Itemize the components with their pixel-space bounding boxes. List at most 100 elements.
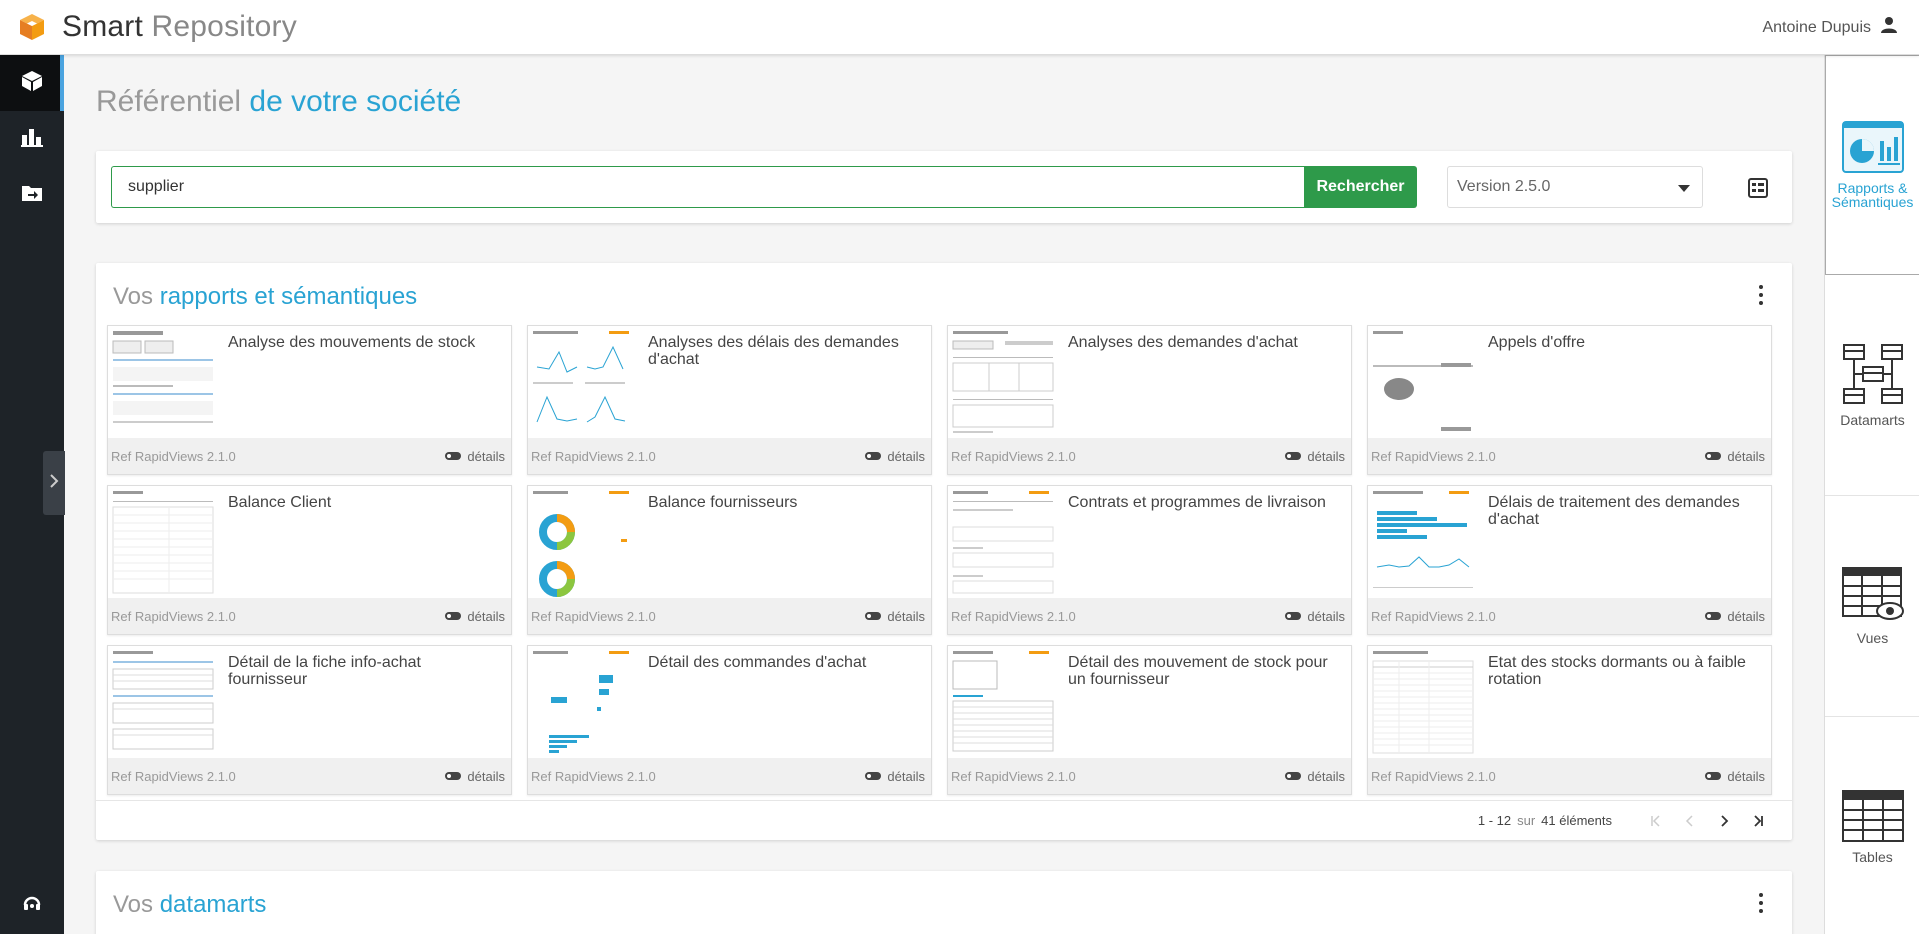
report-card-title: Balance fournisseurs: [648, 494, 798, 511]
report-chart-icon: [1841, 121, 1904, 175]
support-button[interactable]: [0, 888, 64, 924]
report-card[interactable]: Détail des commandes d'achat Ref RapidVi…: [527, 645, 932, 795]
next-page-icon[interactable]: [1710, 807, 1738, 835]
details-toggle[interactable]: détails: [1285, 769, 1345, 784]
user-menu[interactable]: Antoine Dupuis: [1762, 0, 1899, 55]
report-thumbnail: [109, 327, 217, 437]
report-thumbnail: [949, 487, 1057, 597]
details-label: détails: [887, 448, 925, 464]
panel-tab-datamarts[interactable]: Datamarts: [1825, 275, 1919, 496]
details-toggle[interactable]: détails: [445, 609, 505, 624]
toggle-icon: [1285, 612, 1302, 620]
search-input[interactable]: [111, 166, 1304, 208]
report-card-ref: Ref RapidViews 2.1.0: [111, 608, 236, 624]
report-card[interactable]: Analyses des délais des demandes d'achat…: [527, 325, 932, 475]
panel-tab-tables-label: Tables: [1852, 849, 1893, 865]
first-page-icon[interactable]: [1642, 807, 1670, 835]
cube-logo-icon[interactable]: [16, 11, 48, 43]
nav-repository[interactable]: [0, 55, 64, 111]
report-thumbnail: [109, 487, 217, 597]
details-toggle[interactable]: détails: [445, 769, 505, 784]
report-card[interactable]: Balance Client Ref RapidViews 2.1.0 déta…: [107, 485, 512, 635]
report-card[interactable]: Balance fournisseurs Ref RapidViews 2.1.…: [527, 485, 932, 635]
details-label: détails: [467, 448, 505, 464]
app-title-part2: Repository: [143, 10, 297, 43]
report-card-title: Appels d'offre: [1488, 334, 1586, 351]
top-bar: Smart Repository Antoine Dupuis: [0, 0, 1919, 55]
details-toggle[interactable]: détails: [1285, 609, 1345, 624]
report-card-title: Etat des stocks dormants ou à faible rot…: [1488, 654, 1746, 688]
details-toggle[interactable]: détails: [865, 769, 925, 784]
report-card[interactable]: Détail des mouvement de stock pour un fo…: [947, 645, 1352, 795]
report-card[interactable]: Analyse des mouvements de stock Ref Rapi…: [107, 325, 512, 475]
panel-tab-reports-label-line2: Sémantiques: [1831, 194, 1914, 210]
report-card[interactable]: Appels d'offre Ref RapidViews 2.1.0 déta…: [1367, 325, 1772, 475]
report-card-footer: Ref RapidViews 2.1.0 détails: [948, 598, 1351, 634]
panel-tab-views-label: Vues: [1856, 630, 1889, 646]
details-label: détails: [1727, 448, 1765, 464]
right-panel: Rapports & Sémantiques Datamarts Vues Tab…: [1824, 55, 1919, 934]
chevron-right-icon: [49, 473, 59, 493]
toggle-icon: [1285, 772, 1302, 780]
datamarts-section-title: Vos datamarts: [113, 891, 266, 919]
report-card[interactable]: Délais de traitement des demandes d'acha…: [1367, 485, 1772, 635]
view-layout-icon[interactable]: [1747, 177, 1769, 199]
last-page-icon[interactable]: [1744, 807, 1772, 835]
details-label: détails: [887, 608, 925, 624]
pagination-sur: sur: [1517, 813, 1536, 828]
report-card[interactable]: Etat des stocks dormants ou à faible rot…: [1367, 645, 1772, 795]
report-card-ref: Ref RapidViews 2.1.0: [1371, 608, 1496, 624]
details-toggle[interactable]: détails: [865, 609, 925, 624]
user-icon: [1879, 15, 1899, 40]
toggle-icon: [865, 772, 882, 780]
details-label: détails: [467, 768, 505, 784]
datamarts-more-icon[interactable]: [1758, 893, 1764, 913]
panel-tab-tables[interactable]: Tables: [1825, 717, 1919, 934]
pagination-range: 1 - 12: [1477, 813, 1512, 828]
details-toggle[interactable]: détails: [1285, 449, 1345, 464]
sidebar-expand-handle[interactable]: [43, 451, 65, 515]
report-card-footer: Ref RapidViews 2.1.0 détails: [1368, 758, 1771, 794]
details-toggle[interactable]: détails: [445, 449, 505, 464]
report-card[interactable]: Contrats et programmes de livraison Ref …: [947, 485, 1352, 635]
toggle-icon: [445, 772, 462, 780]
app-title[interactable]: Smart Repository: [62, 10, 297, 44]
reports-title-gray: Vos: [113, 283, 160, 310]
details-label: détails: [1307, 768, 1345, 784]
version-select[interactable]: Version 2.5.0: [1447, 166, 1703, 208]
reports-section-title: Vos rapports et sémantiques: [113, 283, 417, 311]
previous-page-icon[interactable]: [1676, 807, 1704, 835]
report-card-title: Détail des mouvement de stock pour un fo…: [1068, 654, 1328, 688]
details-label: détails: [887, 768, 925, 784]
report-card[interactable]: Analyses des demandes d'achat Ref RapidV…: [947, 325, 1352, 475]
report-card[interactable]: Détail de la fiche info-achat fournisseu…: [107, 645, 512, 795]
report-thumbnail: [109, 647, 217, 757]
report-card-ref: Ref RapidViews 2.1.0: [531, 448, 656, 464]
datamart-schema-icon: [1842, 343, 1904, 407]
page-title: Référentiel de votre société: [96, 85, 461, 119]
report-card-title: Analyses des demandes d'achat: [1068, 334, 1298, 351]
toggle-icon: [865, 452, 882, 460]
nav-analytics[interactable]: [0, 111, 64, 167]
details-toggle[interactable]: détails: [865, 449, 925, 464]
nav-import[interactable]: [0, 167, 64, 223]
details-toggle[interactable]: détails: [1705, 609, 1765, 624]
toggle-icon: [1705, 452, 1722, 460]
report-thumbnail: [529, 327, 637, 437]
details-label: détails: [467, 608, 505, 624]
report-card-footer: Ref RapidViews 2.1.0 détails: [528, 598, 931, 634]
report-card-ref: Ref RapidViews 2.1.0: [1371, 448, 1496, 464]
toggle-icon: [865, 612, 882, 620]
search-button[interactable]: Rechercher: [1304, 166, 1417, 208]
reports-more-icon[interactable]: [1758, 285, 1764, 305]
report-card-ref: Ref RapidViews 2.1.0: [951, 448, 1076, 464]
panel-tab-views[interactable]: Vues: [1825, 496, 1919, 717]
page-title-gray: Référentiel: [96, 85, 250, 118]
panel-tab-datamarts-label: Datamarts: [1840, 412, 1905, 428]
details-toggle[interactable]: détails: [1705, 449, 1765, 464]
panel-tab-reports[interactable]: Rapports & Sémantiques: [1825, 55, 1919, 275]
report-card-title: Analyse des mouvements de stock: [228, 334, 476, 351]
details-label: détails: [1727, 768, 1765, 784]
details-toggle[interactable]: détails: [1705, 769, 1765, 784]
report-card-ref: Ref RapidViews 2.1.0: [1371, 768, 1496, 784]
